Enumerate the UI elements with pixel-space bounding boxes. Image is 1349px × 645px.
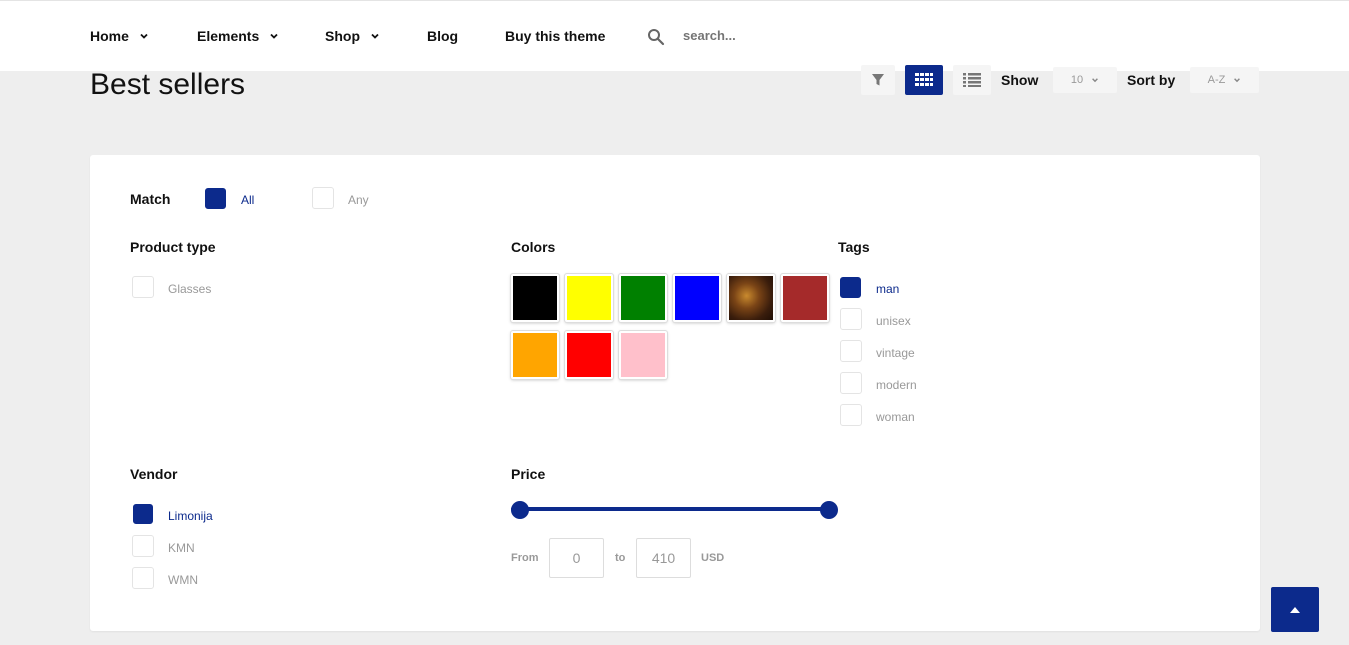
nav-home-label: Home [90,28,129,44]
list-view-button[interactable] [953,65,991,95]
filter-panel: Match All Any Product type Glasses Color… [90,155,1260,631]
nav-buy-theme[interactable]: Buy this theme [505,28,605,44]
show-label: Show [1001,72,1039,88]
price-currency-label: USD [701,552,725,564]
nav-elements[interactable]: Elements [197,28,279,44]
top-navbar: Home Elements Shop Blog Buy this theme [0,0,1349,71]
vendor-kmn-checkbox[interactable] [132,535,154,557]
color-swatch-red[interactable] [565,331,613,379]
match-all-checkbox[interactable] [205,188,226,209]
chevron-down-icon [140,33,148,39]
price-from-label: From [511,552,539,564]
arrow-up-icon [1290,606,1300,613]
tag-woman-label: woman [876,410,915,424]
match-all-label: All [241,193,255,207]
vendor-kmn-label: KMN [168,541,195,555]
color-swatch-pink[interactable] [619,331,667,379]
vendor-limonija-checkbox[interactable] [133,504,153,524]
vendor-limonija-label: Limonija [168,509,213,523]
list-icon [963,73,981,87]
nav-buy-theme-label: Buy this theme [505,28,606,44]
price-slider-min-handle[interactable] [511,501,529,519]
match-any-label: Any [348,193,369,207]
sort-by-label: Sort by [1127,72,1176,88]
grid-view-button[interactable] [905,65,943,95]
tag-man-label: man [876,282,900,296]
nav-elements-label: Elements [197,28,260,44]
sort-by-select[interactable]: A-Z [1190,67,1259,93]
color-swatch-black[interactable] [511,274,559,322]
price-slider-track[interactable] [511,507,829,511]
nav-shop[interactable]: Shop [325,28,380,44]
tags-title: Tags [838,239,870,255]
match-label: Match [130,191,171,207]
search-icon[interactable] [647,28,665,46]
product-type-title: Product type [130,239,216,255]
product-type-glasses-label: Glasses [168,282,212,296]
sort-by-value: A-Z [1207,74,1226,86]
nav-blog[interactable]: Blog [427,28,458,44]
nav-shop-label: Shop [325,28,360,44]
chevron-down-icon [1092,78,1099,83]
nav-home[interactable]: Home [90,28,149,44]
price-to-label: to [615,552,626,564]
show-count-value: 10 [1070,74,1084,86]
chevron-down-icon [1234,78,1241,83]
price-title: Price [511,466,546,482]
chevron-down-icon [270,33,278,39]
tag-unisex-label: unisex [876,314,911,328]
vendor-wmn-checkbox[interactable] [132,567,154,589]
grid-icon [915,73,933,86]
filter-icon [872,74,884,86]
nav-blog-label: Blog [427,28,459,44]
chevron-down-icon [371,33,379,39]
match-any-checkbox[interactable] [312,187,334,209]
tag-man-checkbox[interactable] [840,277,861,298]
price-slider-max-handle[interactable] [820,501,838,519]
search-input[interactable] [683,28,833,43]
color-swatch-green[interactable] [619,274,667,322]
tag-vintage-label: vintage [876,346,915,360]
tag-modern-checkbox[interactable] [840,372,862,394]
color-swatch-yellow[interactable] [565,274,613,322]
vendor-wmn-label: WMN [168,573,198,587]
back-to-top-button[interactable] [1271,587,1319,632]
price-from-input[interactable]: 0 [549,538,604,578]
show-count-select[interactable]: 10 [1053,67,1117,93]
filter-toggle-button[interactable] [861,65,895,95]
colors-title: Colors [511,239,556,255]
tag-unisex-checkbox[interactable] [840,308,862,330]
vendor-title: Vendor [130,466,178,482]
tag-vintage-checkbox[interactable] [840,340,862,362]
tag-woman-checkbox[interactable] [840,404,862,426]
color-swatch-blue[interactable] [673,274,721,322]
product-type-glasses-checkbox[interactable] [132,276,154,298]
page-title: Best sellers [90,68,246,101]
price-to-input[interactable]: 410 [636,538,691,578]
color-swatch-tortoise[interactable] [727,274,775,322]
color-swatch-orange[interactable] [511,331,559,379]
color-swatch-brown[interactable] [781,274,829,322]
tag-modern-label: modern [876,378,917,392]
